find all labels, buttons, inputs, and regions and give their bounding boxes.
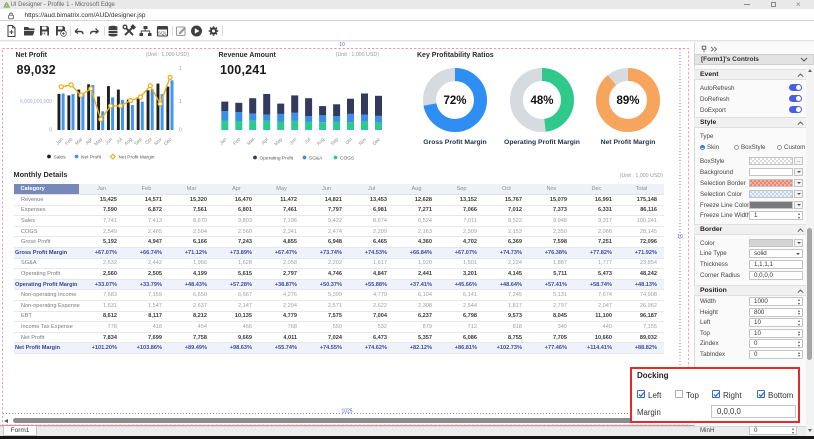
svg-text:Apr: Apr — [261, 136, 271, 146]
svg-text:Sales: Sales — [54, 154, 67, 160]
svg-text:Dec: Dec — [163, 136, 174, 147]
svg-text:1025: 1025 — [341, 409, 352, 415]
svg-text:Net Profit Margin: Net Profit Margin — [119, 154, 155, 160]
svg-text:Aug: Aug — [123, 136, 134, 147]
svg-text:Net Profit: Net Profit — [81, 154, 102, 160]
svg-text:Jul: Jul — [303, 137, 312, 146]
svg-text:Jul: Jul — [115, 137, 124, 146]
svg-text:Oct: Oct — [144, 136, 154, 146]
svg-text:Feb: Feb — [232, 136, 242, 146]
svg-text:Mar: Mar — [74, 136, 84, 146]
svg-text:Oct: Oct — [344, 136, 354, 146]
svg-text:May: May — [93, 136, 104, 147]
svg-text:Gross Profit Margin: Gross Profit Margin — [423, 139, 486, 146]
svg-text:0: 0 — [179, 128, 182, 134]
svg-text:May: May — [273, 136, 284, 147]
svg-text:Operating Profit Margin: Operating Profit Margin — [504, 139, 580, 146]
svg-text:SG&A: SG&A — [309, 155, 323, 161]
svg-text:10: 10 — [677, 234, 683, 240]
svg-text:Jan: Jan — [55, 136, 65, 146]
svg-text:89%: 89% — [616, 95, 639, 107]
svg-text:Nov: Nov — [153, 136, 164, 147]
svg-text:Feb: Feb — [64, 136, 74, 146]
svg-text:Sep: Sep — [133, 136, 144, 147]
svg-text:Jan: Jan — [219, 136, 229, 146]
svg-text:Dec: Dec — [372, 136, 383, 147]
svg-text:Sep: Sep — [330, 136, 341, 147]
svg-text:1: 1 — [179, 99, 182, 105]
svg-text:Nov: Nov — [358, 136, 369, 147]
svg-text:0: 0 — [49, 128, 52, 134]
svg-text:6,000,000,000: 6,000,000,000 — [20, 99, 52, 105]
svg-text:Operating Profit: Operating Profit — [260, 155, 294, 161]
svg-text:Aug: Aug — [316, 136, 327, 147]
svg-text:COGS: COGS — [340, 155, 354, 161]
svg-text:48%: 48% — [530, 95, 553, 107]
svg-text:10: 10 — [339, 42, 345, 48]
svg-text:Net Profit Margin: Net Profit Margin — [601, 139, 656, 146]
svg-text:Jun: Jun — [104, 136, 114, 146]
svg-text:1: 1 — [179, 66, 182, 72]
svg-text:SQL: SQL — [158, 30, 168, 35]
svg-text:Mar: Mar — [246, 136, 256, 146]
svg-text:72%: 72% — [443, 95, 466, 107]
svg-text:Apr: Apr — [85, 136, 95, 146]
svg-text:Jun: Jun — [288, 136, 298, 146]
